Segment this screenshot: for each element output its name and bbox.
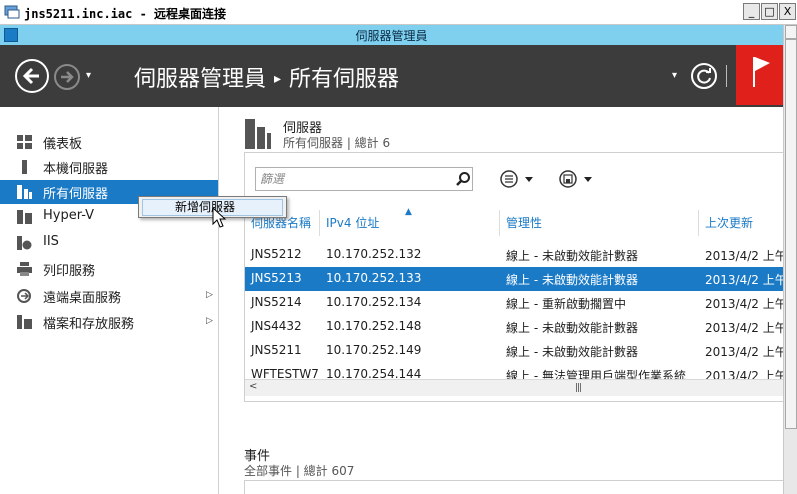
save-query-button[interactable] — [558, 169, 598, 189]
cell-name: JNS5211 — [251, 343, 302, 357]
forward-arrow-icon — [61, 71, 74, 83]
scroll-thumb-grip-icon[interactable]: ||| — [575, 383, 582, 393]
local-server-icon — [22, 160, 27, 174]
table-row[interactable]: JNS4432 10.170.252.148 線上 - 未啟動效能計數器 201… — [245, 315, 787, 339]
rdp-title-bar: jns5211.inc.iac - 远程桌面连接 _ □ X — [0, 0, 797, 25]
file-storage-icon — [17, 315, 32, 329]
sidebar-item-label: 列印服務 — [43, 264, 96, 279]
cell-last-update: 2013/4/2 上午 — [705, 249, 787, 263]
flag-icon — [753, 57, 770, 87]
cell-last-update: 2013/4/2 上午 — [705, 273, 787, 287]
sidebar-item-iis[interactable]: IIS — [0, 231, 218, 255]
scroll-up-icon[interactable] — [785, 25, 797, 39]
refresh-dropdown-icon[interactable]: ▾ — [672, 70, 677, 81]
forward-button[interactable] — [54, 64, 80, 90]
sidebar-item-label: 本機伺服器 — [43, 162, 109, 177]
sort-ascending-icon: ▲ — [405, 207, 412, 217]
scroll-thumb[interactable] — [785, 39, 797, 429]
table-row[interactable]: JNS5211 10.170.252.149 線上 - 未啟動效能計數器 201… — [245, 339, 787, 363]
notifications-button[interactable] — [736, 45, 783, 105]
column-header-last-update[interactable]: 上次更新 — [699, 210, 785, 236]
back-button[interactable] — [15, 59, 49, 93]
header-bar: ▾ 伺服器管理員 ▸ 所有伺服器 ▾ — [0, 45, 783, 107]
filter-box — [255, 167, 473, 191]
refresh-icon — [697, 68, 711, 84]
nav-dropdown-icon[interactable]: ▾ — [86, 70, 91, 81]
search-icon[interactable] — [455, 171, 471, 187]
app-title: 伺服器管理員 — [355, 29, 428, 43]
breadcrumb-root[interactable]: 伺服器管理員 — [134, 67, 266, 92]
header-divider — [726, 65, 727, 87]
servers-section-icon — [245, 119, 271, 149]
events-section-subtitle: 全部事件 | 總計 607 — [244, 464, 355, 478]
cell-ipv4: 10.170.252.132 — [326, 247, 422, 261]
sidebar-item-remote-desktop[interactable]: 遠端桌面服務 ▷ — [0, 284, 218, 308]
sidebar-item-print-services[interactable]: 列印服務 — [0, 257, 218, 281]
list-options-button[interactable] — [499, 169, 539, 189]
sidebar-item-label: 遠端桌面服務 — [43, 291, 122, 306]
close-button[interactable]: X — [779, 3, 796, 20]
events-tile — [244, 480, 786, 494]
sidebar-item-label: 儀表板 — [43, 137, 83, 152]
cell-last-update: 2013/4/2 上午 — [705, 297, 787, 311]
cell-manageability: 線上 - 未啟動效能計數器 — [506, 345, 638, 359]
hyperv-icon — [17, 210, 32, 224]
save-icon — [559, 170, 592, 188]
column-header-manageability[interactable]: 管理性 — [500, 210, 699, 236]
cell-ipv4: 10.170.252.134 — [326, 295, 422, 309]
expand-arrow-icon[interactable]: ▷ — [206, 290, 213, 300]
cell-manageability: 線上 - 未啟動效能計數器 — [506, 273, 638, 287]
cell-last-update: 2013/4/2 上午 — [705, 345, 787, 359]
cell-ipv4: 10.170.252.148 — [326, 319, 422, 333]
cell-last-update: 2013/4/2 上午 — [705, 321, 787, 335]
app-title-bar: 伺服器管理員 — [0, 25, 783, 45]
table-row-selected[interactable]: JNS5213 10.170.252.133 線上 - 未啟動效能計數器 201… — [245, 267, 787, 291]
cell-ipv4: 10.170.252.133 — [326, 271, 422, 285]
list-options-icon — [500, 170, 533, 188]
table-row[interactable]: JNS5212 10.170.252.132 線上 - 未啟動效能計數器 201… — [245, 243, 787, 267]
cell-manageability: 線上 - 未啟動效能計數器 — [506, 249, 638, 263]
cell-manageability: 線上 - 未啟動效能計數器 — [506, 321, 638, 335]
remote-desktop-app-icon — [4, 5, 20, 19]
expand-arrow-icon[interactable]: ▷ — [206, 316, 213, 326]
horizontal-scrollbar[interactable]: < ||| — [245, 379, 785, 396]
remote-desktop-icon — [17, 289, 31, 303]
servers-section-subtitle: 所有伺服器 | 總計 6 — [283, 136, 391, 150]
rdp-window-title: jns5211.inc.iac - 远程桌面连接 — [24, 7, 227, 21]
servers-tile: 伺服器名稱 IPv4 位址 ▲ 管理性 上次更新 JNS5212 10.170.… — [244, 152, 787, 402]
scroll-left-icon[interactable]: < — [249, 381, 257, 392]
cell-manageability: 線上 - 重新啟動擱置中 — [506, 297, 626, 311]
sidebar-item-label: 檔案和存放服務 — [43, 317, 135, 332]
back-arrow-icon — [22, 67, 39, 85]
restore-button[interactable]: □ — [761, 3, 778, 20]
sidebar-item-dashboard[interactable]: 儀表板 — [0, 130, 218, 154]
all-servers-icon — [17, 185, 32, 199]
sidebar-item-local-server[interactable]: 本機伺服器 — [0, 155, 218, 179]
cell-name: JNS5212 — [251, 247, 302, 261]
sidebar-item-label: IIS — [43, 234, 59, 249]
dashboard-icon — [17, 135, 32, 149]
refresh-button[interactable] — [691, 63, 717, 89]
main-content: 伺服器 所有伺服器 | 總計 6 篩選 伺服器名稱 IPv4 位址 ▲ 管理性 … — [219, 107, 787, 494]
cell-name: JNS4432 — [251, 319, 302, 333]
breadcrumb-current: 所有伺服器 — [289, 67, 400, 92]
cell-name: JNS5214 — [251, 295, 302, 309]
mouse-cursor-icon — [212, 207, 227, 228]
printer-icon — [17, 262, 32, 276]
breadcrumb: 伺服器管理員 ▸ 所有伺服器 — [134, 61, 399, 93]
sidebar-item-label: Hyper-V — [43, 208, 95, 223]
sidebar-item-file-storage[interactable]: 檔案和存放服務 ▷ — [0, 310, 218, 334]
sidebar: 儀表板 本機伺服器 所有伺服器 Hyper-V IIS 列印服務 遠端桌面服務 … — [0, 107, 219, 494]
minimize-button[interactable]: _ — [743, 3, 760, 20]
cell-name: JNS5213 — [251, 271, 302, 285]
cell-ipv4: 10.170.252.149 — [326, 343, 422, 357]
table-row[interactable]: JNS5214 10.170.252.134 線上 - 重新啟動擱置中 2013… — [245, 291, 787, 315]
sidebar-item-label: 所有伺服器 — [43, 187, 109, 202]
iis-icon — [17, 236, 32, 250]
filter-input[interactable] — [260, 171, 450, 187]
breadcrumb-separator-icon: ▸ — [274, 71, 282, 87]
vertical-scrollbar[interactable] — [783, 25, 797, 494]
